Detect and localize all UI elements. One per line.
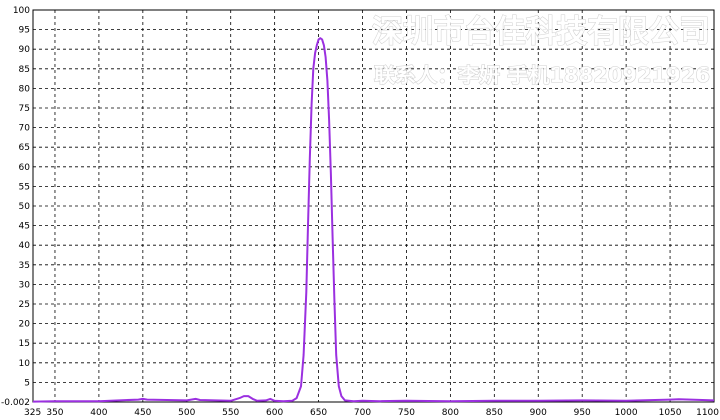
y-tick-label: 30 xyxy=(19,280,31,290)
y-tick-label: 15 xyxy=(19,339,30,349)
chart-svg: 1009590858075706560555045403530252015105… xyxy=(1,6,719,418)
watermark-contact: 联系人：李妍 手机18820921926 xyxy=(374,63,710,87)
y-tick-label: 40 xyxy=(19,241,31,251)
spectrum-chart: 100 95 90 85 80 75 70 65 60 55 50 45 40 35 30 25 20 15 10 5… xyxy=(0,0,720,420)
y-tick-label: 25 xyxy=(19,300,30,310)
y-tick-label: 60 xyxy=(19,163,31,173)
x-tick-label: 500 xyxy=(178,408,195,418)
x-tick-label: 650 xyxy=(310,408,327,418)
y-tick-label: 50 xyxy=(19,202,31,212)
y-tick-label: 5 xyxy=(24,378,30,388)
y-tick-label: 75 xyxy=(19,104,30,114)
x-tick-label: 1000 xyxy=(615,408,638,418)
x-tick-label: 1050 xyxy=(659,408,682,418)
y-tick-label: 85 xyxy=(19,65,30,75)
watermark-company: 深圳市台佳科技有限公司 xyxy=(372,14,710,50)
x-tick-label: 550 xyxy=(222,408,239,418)
y-tick-label: 20 xyxy=(19,320,31,330)
y-tick-label: 70 xyxy=(19,124,31,134)
series-line xyxy=(32,37,715,403)
y-tick-label: 55 xyxy=(19,182,30,192)
watermark: 深圳市台佳科技有限公司 联系人：李妍 手机18820921926 xyxy=(372,14,711,88)
x-tick-label: 350 xyxy=(46,408,63,418)
x-tick-label: 450 xyxy=(134,408,151,418)
y-tick-label: -0.002 xyxy=(1,398,30,408)
y-tick-label: 65 xyxy=(19,143,30,153)
series-layer xyxy=(32,37,715,403)
y-tick-label: 95 xyxy=(19,26,30,36)
x-tick-label: 700 xyxy=(354,408,371,418)
y-tick-label: 80 xyxy=(19,84,31,94)
x-tick-label: 950 xyxy=(574,408,591,418)
x-tick-label: 750 xyxy=(398,408,415,418)
y-tick-label: 35 xyxy=(19,261,30,271)
y-tick-label: 90 xyxy=(19,45,31,55)
x-tick-label: 900 xyxy=(530,408,547,418)
y-tick-label: 45 xyxy=(19,222,30,232)
x-tick-label: 1100 xyxy=(696,408,719,418)
x-tick-label: 400 xyxy=(90,408,107,418)
y-tick-label: 10 xyxy=(19,359,31,369)
x-tick-label: 800 xyxy=(442,408,459,418)
x-tick-label: 325 xyxy=(24,408,41,418)
y-tick-label: 100 xyxy=(13,6,30,16)
x-tick-label: 850 xyxy=(486,408,503,418)
x-tick-label: 600 xyxy=(266,408,283,418)
